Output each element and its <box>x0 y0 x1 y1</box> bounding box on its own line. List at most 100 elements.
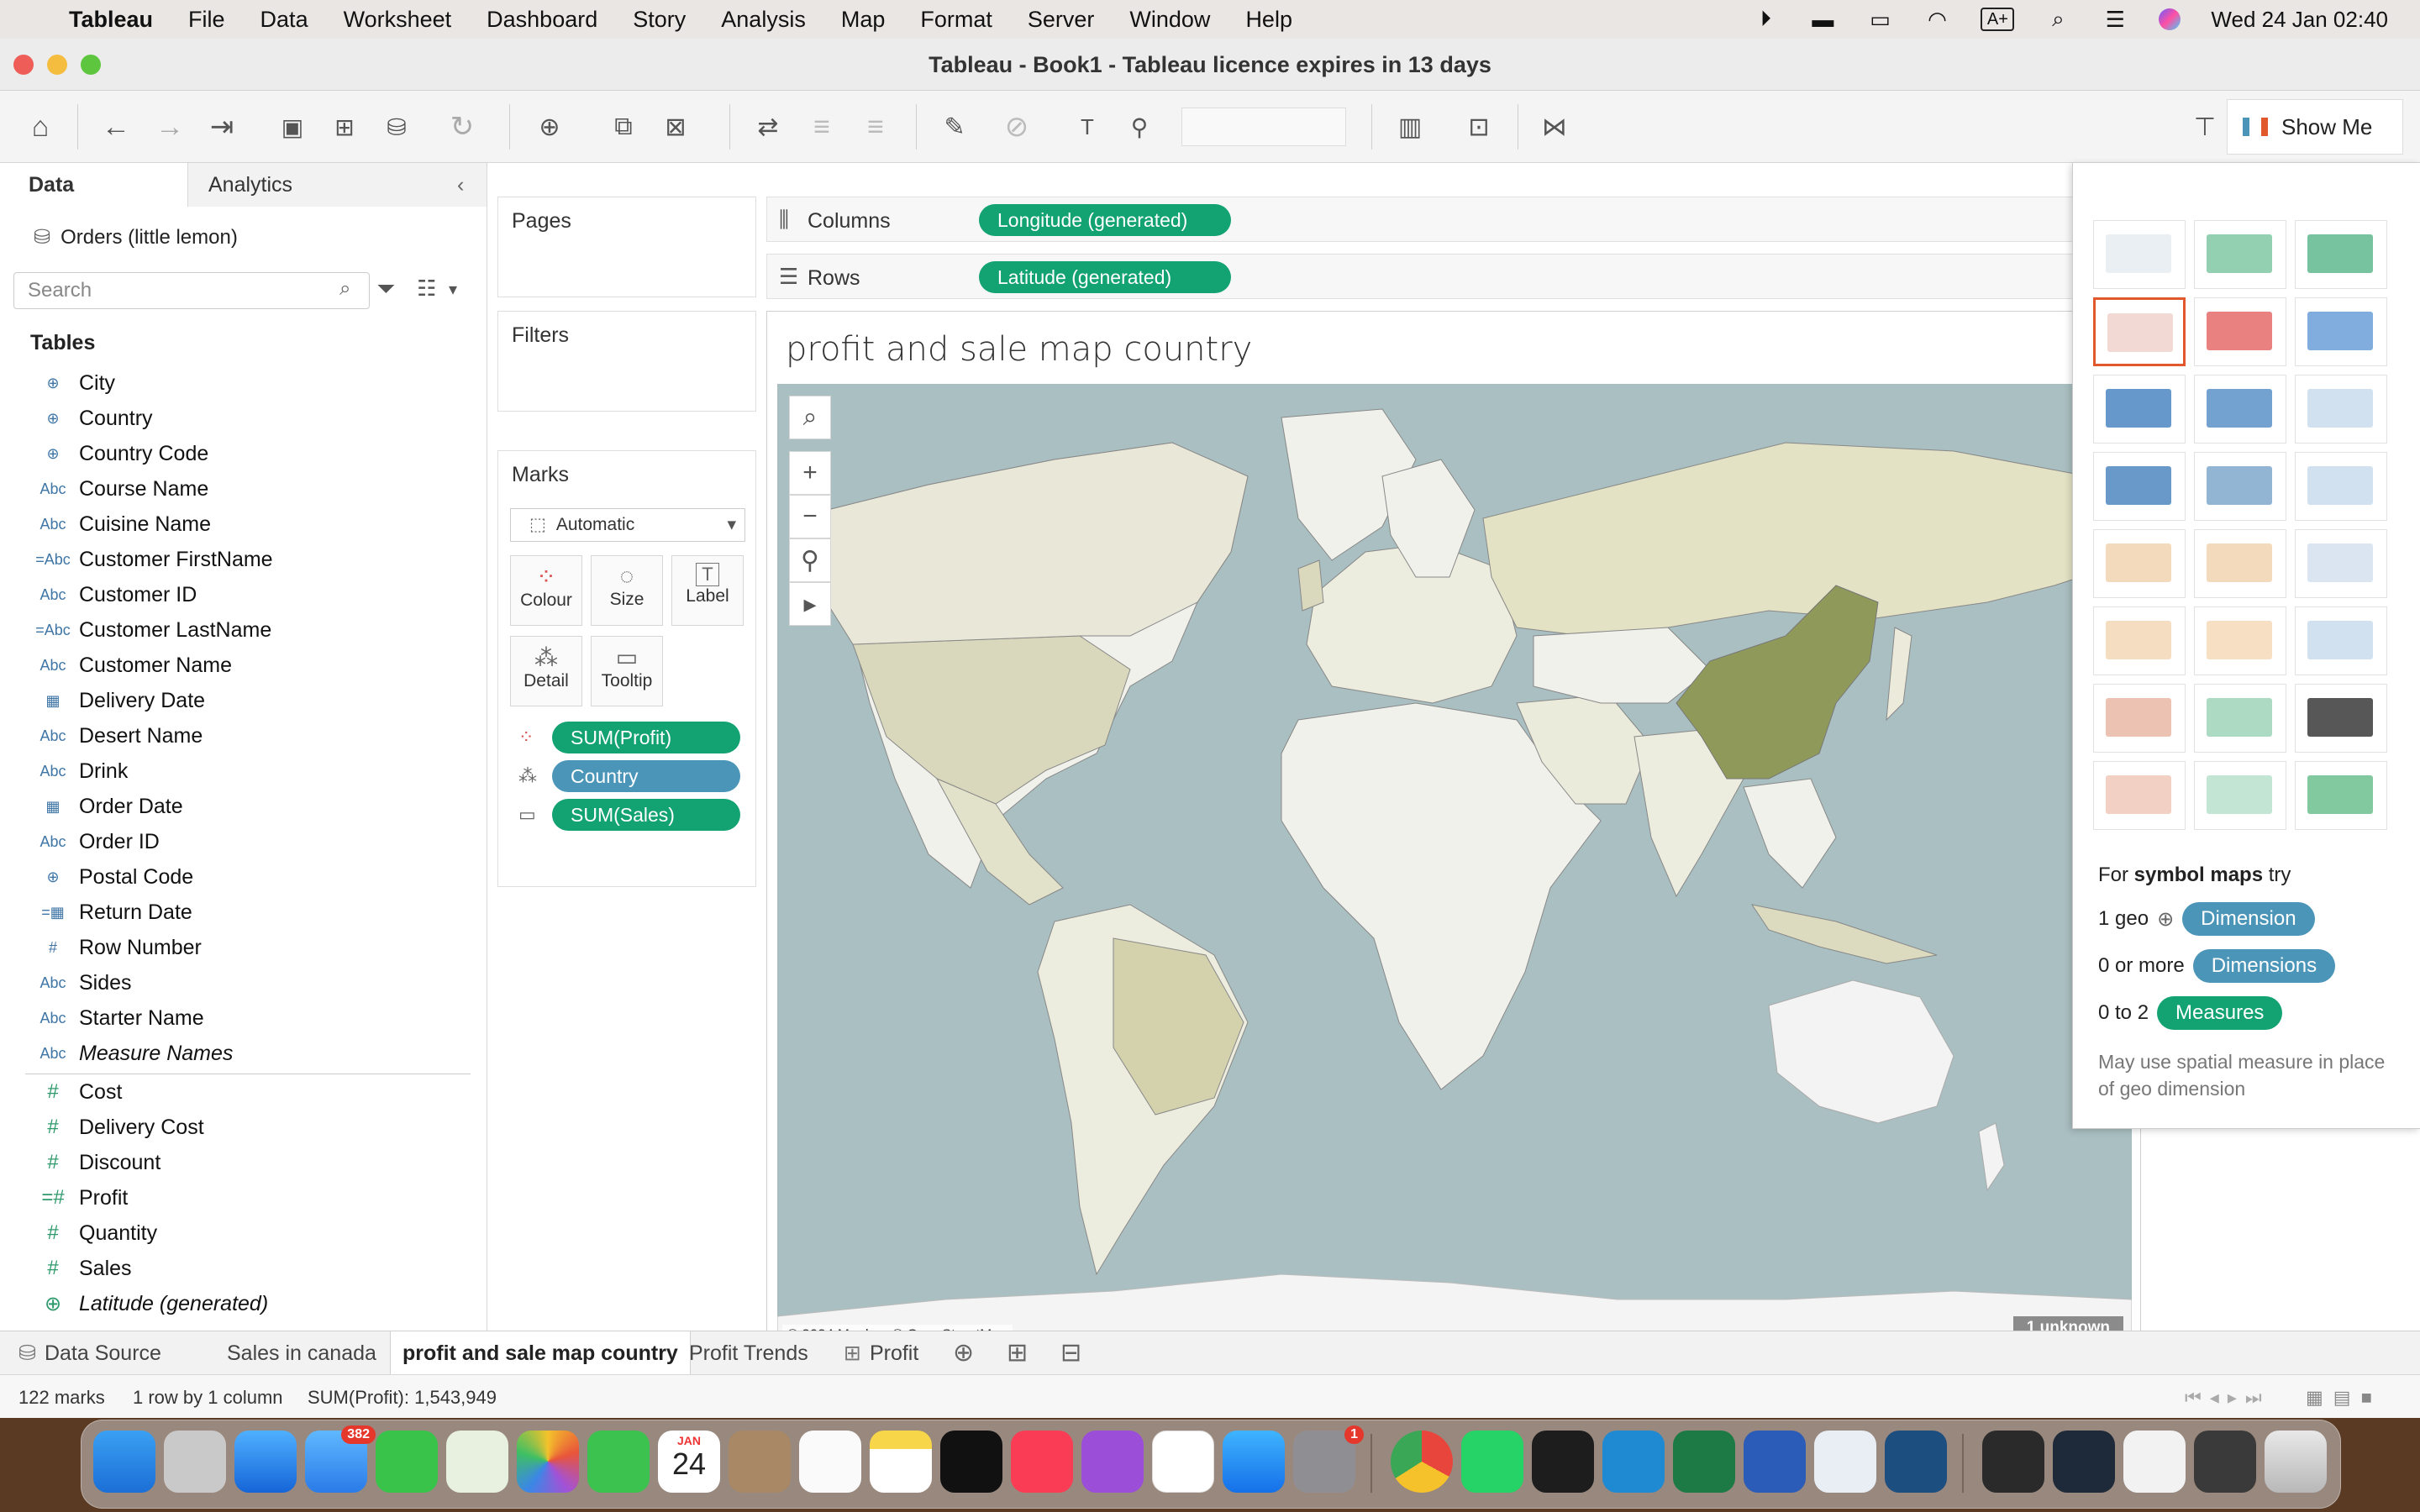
chart-type-dual-combination[interactable] <box>2295 606 2387 675</box>
tab-data[interactable]: Data <box>0 163 188 207</box>
chart-type-text-table[interactable] <box>2093 220 2186 289</box>
chart-type-stacked-bars[interactable] <box>2194 375 2286 444</box>
chart-type-discrete-lines[interactable] <box>2194 529 2286 598</box>
menu-analysis[interactable]: Analysis <box>721 7 806 33</box>
swap-rows-columns-icon[interactable]: ⇄ <box>748 108 788 146</box>
apple-tv-icon[interactable] <box>940 1431 1002 1493</box>
control-center-icon[interactable]: ☰ <box>2102 7 2128 32</box>
field-quantity[interactable]: # Quantity <box>27 1216 157 1250</box>
show-me-button[interactable]: Show Me <box>2227 99 2403 155</box>
mail-icon[interactable]: 382 <box>305 1425 376 1493</box>
menu-story[interactable]: Story <box>633 7 686 33</box>
siri-icon[interactable] <box>2159 8 2181 30</box>
menu-worksheet[interactable]: Worksheet <box>344 7 452 33</box>
field-starter-name[interactable]: Abc Starter Name <box>27 1001 203 1035</box>
highlight-icon[interactable]: ✎ <box>934 108 975 146</box>
chart-type-circle-views[interactable] <box>2194 452 2286 521</box>
new-story-tab-icon[interactable]: ⊟ <box>1049 1331 1093 1375</box>
tab-profit-trends[interactable]: Profit Trends <box>677 1331 820 1375</box>
field-customer-id[interactable]: Abc Customer ID <box>27 578 197 612</box>
pin-axes-icon[interactable]: ⚲ <box>1119 108 1160 146</box>
system-settings-icon[interactable]: 1 <box>1293 1425 1364 1493</box>
tab-analytics[interactable]: Analytics <box>188 163 487 207</box>
sort-descending-icon[interactable]: ≡ <box>855 108 896 146</box>
view-options-icon[interactable]: ☷ <box>417 276 436 302</box>
field-sales[interactable]: # Sales <box>27 1252 131 1285</box>
finder-icon[interactable] <box>93 1431 155 1493</box>
datasource-row[interactable]: ⛁ Orders (little lemon) <box>34 225 238 249</box>
menubar-datetime[interactable]: Wed 24 Jan 02:40 <box>2211 7 2388 33</box>
menu-data[interactable]: Data <box>260 7 308 33</box>
size-button[interactable]: ◌ Size <box>591 555 663 626</box>
notes-icon[interactable] <box>870 1431 932 1493</box>
chart-type-horizontal-bars[interactable] <box>2093 375 2186 444</box>
mark-type-dropdown[interactable]: ⬚ Automatic ▾ <box>510 508 745 542</box>
rows-shelf[interactable]: ☰ Rows Latitude (generated) <box>766 254 2074 299</box>
chart-type-treemap[interactable] <box>2093 452 2186 521</box>
tab-sales-in-canada[interactable]: Sales in canada <box>215 1331 388 1375</box>
recent-window-2-icon[interactable] <box>2053 1431 2115 1493</box>
chart-type-side-by-side-circles[interactable] <box>2295 452 2387 521</box>
chart-type-histogram[interactable] <box>2194 684 2286 753</box>
field-delivery-cost[interactable]: # Delivery Cost <box>27 1110 203 1144</box>
field-country[interactable]: ⊕ Country <box>27 402 152 435</box>
music-icon[interactable] <box>1011 1431 1073 1493</box>
rows-pill[interactable]: Latitude (generated) <box>979 261 1231 293</box>
refresh-icon[interactable]: ↻ <box>442 108 482 146</box>
menu-map[interactable]: Map <box>841 7 886 33</box>
field-latitude-generated[interactable]: ⊕ Latitude (generated) <box>27 1287 268 1320</box>
home-icon[interactable]: ⌂ <box>20 108 60 146</box>
chart-type-area-continuous[interactable] <box>2093 606 2186 675</box>
show-mark-labels-icon[interactable]: T <box>1067 108 1107 146</box>
app-store-icon[interactable] <box>1223 1431 1285 1493</box>
recent-window-3-icon[interactable] <box>2123 1431 2186 1493</box>
chrome-icon[interactable] <box>1391 1431 1453 1493</box>
field-desert-name[interactable]: Abc Desert Name <box>27 719 203 753</box>
menu-dashboard[interactable]: Dashboard <box>487 7 597 33</box>
expand-toolbar-icon[interactable]: ▸ <box>789 582 831 626</box>
chart-type-scatter-plot[interactable] <box>2093 684 2186 753</box>
menu-help[interactable]: Help <box>1245 7 1292 33</box>
share-icon[interactable]: ⋈ <box>1534 108 1575 146</box>
pin-map-icon[interactable]: ⚲ <box>789 538 831 582</box>
field-profit[interactable]: =# Profit <box>27 1181 128 1215</box>
view-title[interactable]: profit and sale map country <box>786 330 1252 369</box>
filters-card[interactable]: Filters <box>497 311 756 412</box>
chart-type-dual-lines[interactable] <box>2295 529 2387 598</box>
columns-pill[interactable]: Longitude (generated) <box>979 204 1231 236</box>
field-customer-name[interactable]: Abc Customer Name <box>27 648 232 682</box>
save-icon[interactable]: ▣ <box>272 108 313 146</box>
text-size-icon[interactable]: A+ <box>1981 8 2015 31</box>
clear-sheet-icon[interactable]: ⊠ <box>655 108 696 146</box>
redo-icon[interactable]: → <box>150 108 190 146</box>
pill-country[interactable]: Country <box>552 760 740 792</box>
pill-sum-sales[interactable]: SUM(Sales) <box>552 799 740 831</box>
pill-sum-profit[interactable]: SUM(Profit) <box>552 722 740 753</box>
replay-animation-icon[interactable]: ⇥ <box>202 108 242 146</box>
new-worksheet-tab-icon[interactable]: ⊕ <box>941 1331 986 1375</box>
chart-type-highlight-table[interactable] <box>2295 220 2387 289</box>
show-cards-icon[interactable]: ▥ <box>1390 108 1430 146</box>
chart-type-filled-map[interactable] <box>2194 297 2286 366</box>
field-sides[interactable]: Abc Sides <box>27 966 131 1000</box>
chart-type-continuous-lines[interactable] <box>2093 529 2186 598</box>
recent-window-1-icon[interactable] <box>1982 1431 2044 1493</box>
fit-dropdown[interactable] <box>1181 108 1346 146</box>
new-worksheet-icon[interactable]: ⊕ <box>529 108 570 146</box>
field-cost[interactable]: # Cost <box>27 1075 122 1109</box>
pages-card[interactable]: Pages <box>497 197 756 297</box>
new-data-source-icon[interactable]: ⊞ <box>324 108 365 146</box>
duplicate-sheet-icon[interactable]: ⧉ <box>603 108 644 146</box>
sheet-navigation-icons[interactable]: ⏮◂▸⏭ <box>2185 1387 2270 1409</box>
group-members-icon[interactable]: ⊘ <box>997 108 1037 146</box>
field-row-number[interactable]: # Row Number <box>27 931 202 964</box>
calendar-icon[interactable]: JAN 24 <box>658 1431 720 1493</box>
trash-icon[interactable] <box>2265 1431 2327 1493</box>
facetime-icon[interactable] <box>587 1431 650 1493</box>
menu-app-name[interactable]: Tableau <box>69 7 153 33</box>
zoom-in-icon[interactable]: + <box>789 451 831 495</box>
car-icon[interactable]: ▬ <box>1809 7 1836 32</box>
field-customer-lastname[interactable]: =Abc Customer LastName <box>27 613 271 647</box>
label-button[interactable]: T Label <box>671 555 744 626</box>
field-cuisine-name[interactable]: Abc Cuisine Name <box>27 507 211 541</box>
